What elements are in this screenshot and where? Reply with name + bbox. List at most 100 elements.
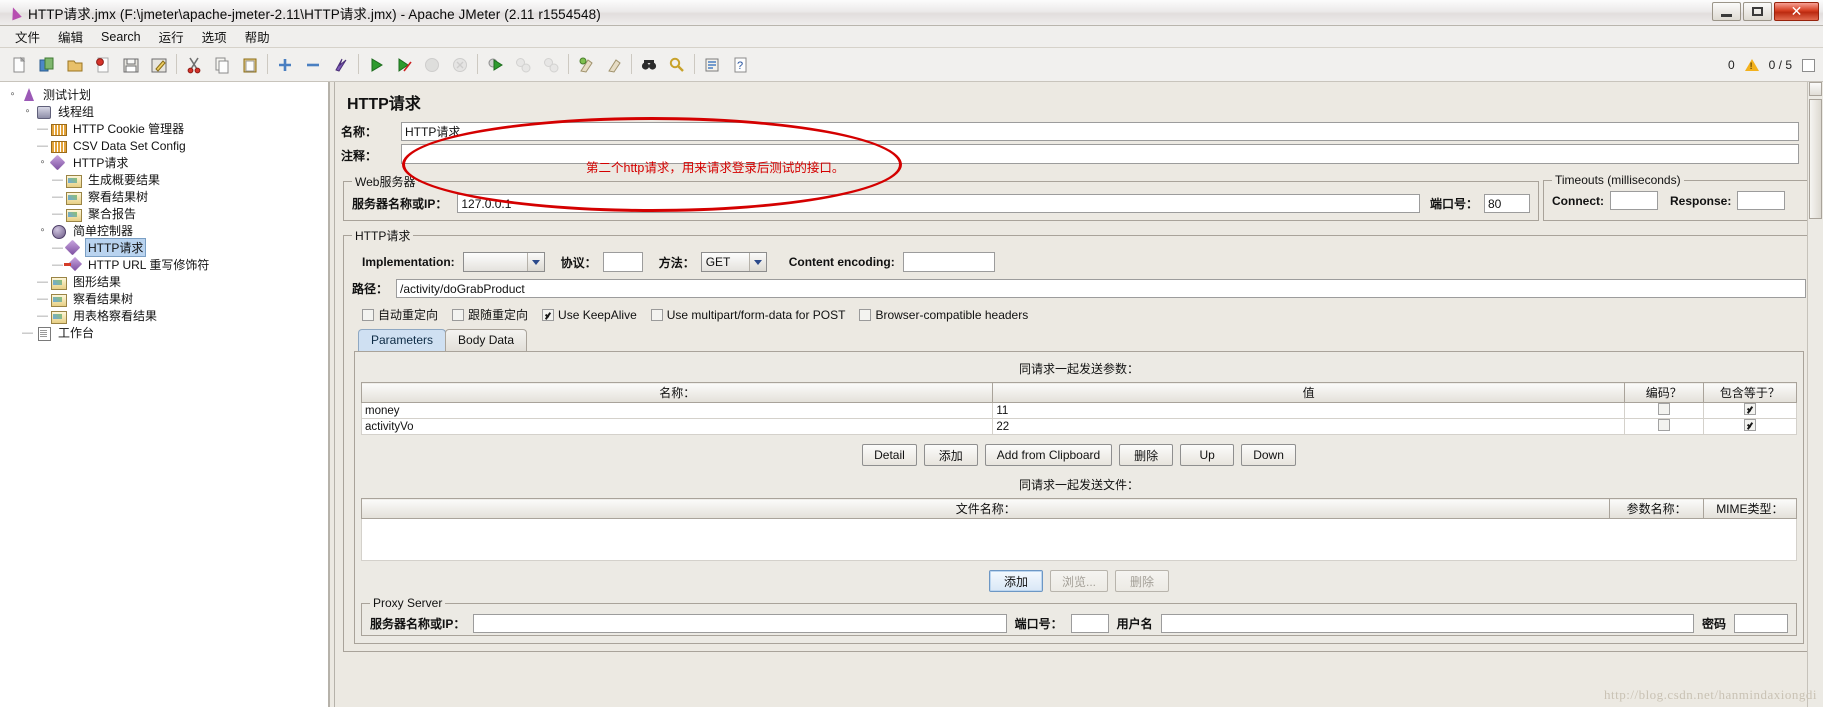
checkbox-option[interactable]: 跟随重定向 [452,306,528,323]
implementation-select[interactable] [462,252,545,272]
scroll-thumb[interactable] [1809,99,1822,219]
tree-node[interactable]: — 聚合报告 [0,205,328,222]
cut-icon[interactable] [180,51,207,78]
col-file-mime-type[interactable]: MIME类型： [1702,498,1798,519]
tree-node[interactable]: — 察看结果树 [0,290,328,307]
start-icon[interactable] [362,51,389,78]
tree-node[interactable]: ⚬ 线程组 [0,103,328,120]
checkbox-option[interactable]: Use multipart/form-data for POST [650,308,845,322]
tree-node[interactable]: — HTTP Cookie 管理器 [0,120,328,137]
files-table[interactable]: 文件名称： 参数名称： MIME类型： [360,498,1798,519]
remote-stop-all-icon[interactable] [537,51,564,78]
tree-expander-icon[interactable]: ⚬ [21,106,34,117]
proxy-password-input[interactable] [1734,614,1789,633]
warning-icon[interactable] [1744,59,1759,71]
menu-item-file[interactable]: 文件 [6,25,49,48]
param-button-0[interactable]: Detail [862,444,917,466]
param-button-1[interactable]: 添加 [923,444,978,466]
param-button-4[interactable]: Up [1180,444,1235,466]
param-include-equals-cell[interactable] [1702,402,1798,419]
tab-body-data[interactable]: Body Data [445,329,528,351]
include-equals-checkbox[interactable] [1743,419,1756,431]
protocol-input[interactable] [602,252,643,272]
table-row[interactable]: money 11 [360,402,1798,419]
expand-icon[interactable] [271,51,298,78]
shutdown-icon[interactable] [446,51,473,78]
param-encode-cell[interactable] [1623,402,1704,419]
menu-item-edit[interactable]: 编辑 [49,25,92,48]
tree-node[interactable]: — CSV Data Set Config [0,137,328,154]
checkbox-option[interactable]: Use KeepAlive [542,308,637,322]
checkbox-option[interactable]: 自动重定向 [362,306,438,323]
param-name-cell[interactable]: money [360,402,994,419]
tree-node[interactable]: — HTTP URL 重写修饰符 [0,256,328,273]
col-param-value[interactable]: 值 [992,382,1625,403]
name-input[interactable] [401,122,1799,141]
test-plan-tree[interactable]: ⚬ 测试计划 ⚬ 线程组 — HTTP Cookie 管理器 — CSV Data Set C… [0,82,330,707]
clear-all-icon[interactable] [600,51,627,78]
method-select[interactable]: GET [700,252,767,272]
collapse-icon[interactable] [299,51,326,78]
param-include-equals-cell[interactable] [1702,418,1798,435]
copy-icon[interactable] [208,51,235,78]
proxy-username-input[interactable] [1160,614,1694,633]
save-icon[interactable] [117,51,144,78]
open-icon[interactable] [61,51,88,78]
server-host-input[interactable] [457,194,1420,213]
toggle-icon[interactable] [327,51,354,78]
param-button-5[interactable]: Down [1241,444,1296,466]
param-value-cell[interactable]: 22 [992,418,1625,435]
new-icon[interactable] [5,51,32,78]
save-as-icon[interactable] [145,51,172,78]
close-icon[interactable] [89,51,116,78]
col-file-param-name[interactable]: 参数名称： [1609,498,1704,519]
clear-icon[interactable] [572,51,599,78]
connect-timeout-input[interactable] [1610,191,1658,210]
file-button-0[interactable]: 添加 [988,570,1043,592]
paste-icon[interactable] [236,51,263,78]
start-no-pauses-icon[interactable] [390,51,417,78]
menu-item-help[interactable]: 帮助 [236,25,279,48]
server-port-input[interactable] [1484,194,1530,213]
tree-expander-icon[interactable]: ⚬ [36,157,49,168]
files-empty-area[interactable] [361,519,1797,561]
tree-expander-icon[interactable]: ⚬ [6,89,19,100]
tree-node[interactable]: — 工作台 [0,324,328,341]
menu-item-options[interactable]: 选项 [193,25,236,48]
templates-icon[interactable] [33,51,60,78]
content-encoding-input[interactable] [902,252,995,272]
path-input[interactable] [396,279,1806,298]
search-reset-icon[interactable] [663,51,690,78]
remote-start-all-icon[interactable] [509,51,536,78]
col-param-name[interactable]: 名称： [360,382,994,403]
param-encode-cell[interactable] [1623,418,1704,435]
param-button-3[interactable]: 删除 [1119,444,1174,466]
help-icon[interactable]: ? [726,51,753,78]
tab-parameters[interactable]: Parameters [358,329,447,351]
checkbox-option[interactable]: Browser-compatible headers [859,308,1028,322]
col-file-name[interactable]: 文件名称： [360,498,1611,519]
proxy-host-input[interactable] [473,614,1007,633]
param-button-2[interactable]: Add from Clipboard [984,444,1113,466]
tree-node[interactable]: — 生成概要结果 [0,171,328,188]
tree-expander-icon[interactable]: ⚬ [36,225,49,236]
maximize-button[interactable] [1743,2,1772,21]
tree-node[interactable]: — HTTP请求 [0,238,328,257]
tree-node[interactable]: ⚬ 简单控制器 [0,222,328,239]
encode-checkbox[interactable] [1657,403,1670,415]
close-button[interactable]: ✕ [1774,2,1819,21]
scroll-up-arrow-icon[interactable] [1809,82,1822,96]
tree-node[interactable]: — 察看结果树 [0,188,328,205]
tree-node[interactable]: — 图形结果 [0,273,328,290]
tree-node[interactable]: — 用表格察看结果 [0,307,328,324]
menu-item-run[interactable]: 运行 [150,25,193,48]
include-equals-checkbox[interactable] [1743,403,1756,415]
remote-start-icon[interactable] [481,51,508,78]
editor-scrollbar[interactable] [1807,82,1823,707]
param-name-cell[interactable]: activityVo [360,418,994,435]
stop-icon[interactable] [418,51,445,78]
param-value-cell[interactable]: 11 [992,402,1625,419]
encode-checkbox[interactable] [1657,419,1670,431]
menu-item-search[interactable]: Search [92,28,150,46]
proxy-port-input[interactable] [1070,614,1109,633]
